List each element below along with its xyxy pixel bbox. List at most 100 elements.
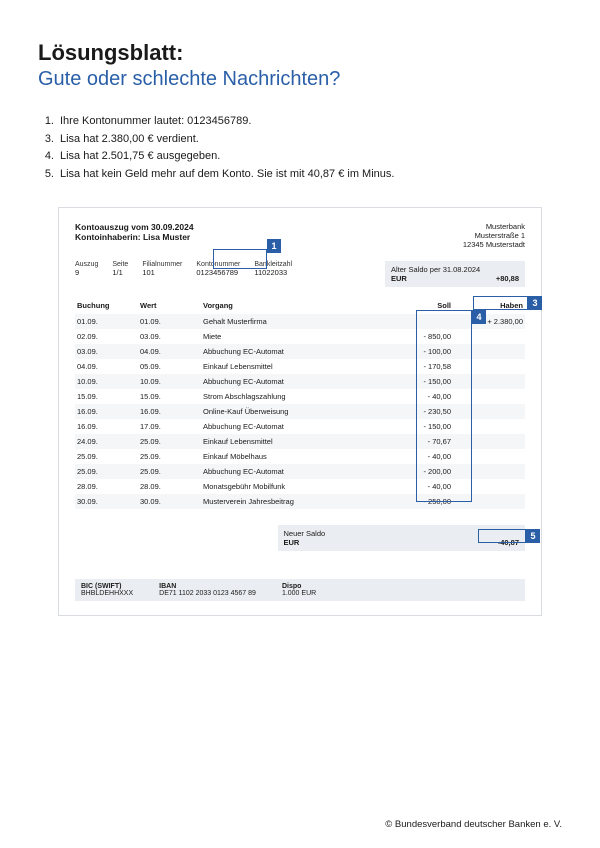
cell-haben: + 2.380,00	[453, 314, 525, 329]
cell-haben	[453, 464, 525, 479]
statement-title: Kontoauszug vom 30.09.2024	[75, 222, 194, 232]
table-row: 16.09.16.09.Online-Kauf Überweisung- 230…	[75, 404, 525, 419]
neuer-saldo: Neuer Saldo EUR-40,87	[278, 525, 526, 551]
table-row: 04.09.05.09.Einkauf Lebensmittel- 170,58	[75, 359, 525, 374]
col-soll: Soll	[381, 297, 453, 314]
cell-haben	[453, 404, 525, 419]
cell-soll: - 70,67	[381, 434, 453, 449]
page-subtitle: Gute oder schlechte Nachrichten?	[38, 68, 562, 91]
footer-dispo: Dispo1.000 EUR	[282, 583, 316, 597]
cell-buchung: 16.09.	[75, 404, 138, 419]
cell-buchung: 03.09.	[75, 344, 138, 359]
cell-buchung: 30.09.	[75, 494, 138, 509]
cell-haben	[453, 434, 525, 449]
table-row: 01.09.01.09.Gehalt Musterfirma+ 2.380,00	[75, 314, 525, 329]
bank-street: Musterstraße 1	[463, 231, 525, 240]
bank-city: 12345 Musterstadt	[463, 240, 525, 249]
cell-wert: 04.09.	[138, 344, 201, 359]
answer-num: 3.	[38, 131, 60, 149]
table-row: 25.09.25.09.Einkauf Möbelhaus- 40,00	[75, 449, 525, 464]
table-row: 16.09.17.09.Abbuchung EC-Automat- 150,00	[75, 419, 525, 434]
cell-vorgang: Miete	[201, 329, 381, 344]
answer-num: 5.	[38, 166, 60, 184]
table-row: 02.09.03.09.Miete- 850,00	[75, 329, 525, 344]
footer-bic: BIC (SWIFT)BHBLDEHHXXX	[81, 583, 133, 597]
cell-haben	[453, 374, 525, 389]
cell-vorgang: Monatsgebühr Mobilfunk	[201, 479, 381, 494]
answer-text: Lisa hat kein Geld mehr auf dem Konto. S…	[60, 166, 394, 184]
cell-soll: - 250,00	[381, 494, 453, 509]
cell-haben	[453, 494, 525, 509]
cell-wert: 16.09.	[138, 404, 201, 419]
cell-soll: - 200,00	[381, 464, 453, 479]
cell-haben	[453, 419, 525, 434]
cell-vorgang: Einkauf Lebensmittel	[201, 359, 381, 374]
cell-wert: 25.09.	[138, 464, 201, 479]
cell-soll: - 850,00	[381, 329, 453, 344]
callout-4: 4	[472, 310, 486, 324]
cell-vorgang: Abbuchung EC-Automat	[201, 344, 381, 359]
col-buchung: Buchung	[75, 297, 138, 314]
cell-haben	[453, 389, 525, 404]
footer-iban: IBANDE71 1102 2033 0123 4567 89	[159, 583, 256, 597]
cell-wert: 05.09.	[138, 359, 201, 374]
cell-wert: 25.09.	[138, 449, 201, 464]
cell-wert: 25.09.	[138, 434, 201, 449]
cell-vorgang: Gehalt Musterfirma	[201, 314, 381, 329]
cell-vorgang: Abbuchung EC-Automat	[201, 419, 381, 434]
meta-auszug: Auszug9	[75, 261, 98, 287]
cell-haben	[453, 479, 525, 494]
cell-soll: - 150,00	[381, 374, 453, 389]
cell-wert: 17.09.	[138, 419, 201, 434]
table-row: 28.09.28.09.Monatsgebühr Mobilfunk- 40,0…	[75, 479, 525, 494]
answer-num: 4.	[38, 148, 60, 166]
cell-buchung: 25.09.	[75, 449, 138, 464]
meta-blz: Bankleitzahl11022033	[254, 261, 292, 287]
table-row: 10.09.10.09.Abbuchung EC-Automat- 150,00	[75, 374, 525, 389]
cell-vorgang: Strom Abschlagszahlung	[201, 389, 381, 404]
cell-buchung: 15.09.	[75, 389, 138, 404]
alter-saldo: Alter Saldo per 31.08.2024 EUR+80,88	[385, 261, 525, 287]
bank-name: Musterbank	[463, 222, 525, 231]
cell-buchung: 28.09.	[75, 479, 138, 494]
cell-buchung: 02.09.	[75, 329, 138, 344]
callout-1: 1	[267, 239, 281, 253]
table-row: 03.09.04.09.Abbuchung EC-Automat- 100,00	[75, 344, 525, 359]
cell-soll: - 100,00	[381, 344, 453, 359]
answers-list: 1.Ihre Kontonummer lautet: 0123456789. 3…	[38, 113, 562, 183]
page-title: Lösungsblatt:	[38, 40, 562, 66]
copyright: © Bundesverband deutscher Banken e. V.	[385, 819, 562, 830]
cell-wert: 28.09.	[138, 479, 201, 494]
transactions-table: Buchung Wert Vorgang Soll Haben 01.09.01…	[75, 297, 525, 509]
cell-soll: - 170,58	[381, 359, 453, 374]
cell-wert: 03.09.	[138, 329, 201, 344]
table-row: 25.09.25.09.Abbuchung EC-Automat- 200,00	[75, 464, 525, 479]
cell-buchung: 10.09.	[75, 374, 138, 389]
meta-filial: Filialnummer101	[142, 261, 182, 287]
callout-3: 3	[528, 296, 542, 310]
cell-buchung: 16.09.	[75, 419, 138, 434]
answer-text: Lisa hat 2.501,75 € ausgegeben.	[60, 148, 220, 166]
callout-5: 5	[526, 529, 540, 543]
answer-text: Ihre Kontonummer lautet: 0123456789.	[60, 113, 251, 131]
meta-kontonummer: Kontonummer0123456789	[196, 261, 240, 287]
cell-haben	[453, 329, 525, 344]
cell-vorgang: Abbuchung EC-Automat	[201, 374, 381, 389]
cell-vorgang: Online-Kauf Überweisung	[201, 404, 381, 419]
meta-seite: Seite1/1	[112, 261, 128, 287]
cell-soll: - 40,00	[381, 389, 453, 404]
cell-soll: - 150,00	[381, 419, 453, 434]
cell-vorgang: Musterverein Jahresbeitrag	[201, 494, 381, 509]
cell-soll: - 40,00	[381, 479, 453, 494]
cell-buchung: 01.09.	[75, 314, 138, 329]
col-vorgang: Vorgang	[201, 297, 381, 314]
cell-wert: 01.09.	[138, 314, 201, 329]
table-row: 24.09.25.09.Einkauf Lebensmittel- 70,67	[75, 434, 525, 449]
cell-vorgang: Abbuchung EC-Automat	[201, 464, 381, 479]
cell-buchung: 04.09.	[75, 359, 138, 374]
cell-haben	[453, 449, 525, 464]
answer-num: 1.	[38, 113, 60, 131]
col-haben: Haben	[453, 297, 525, 314]
cell-wert: 30.09.	[138, 494, 201, 509]
cell-haben	[453, 359, 525, 374]
